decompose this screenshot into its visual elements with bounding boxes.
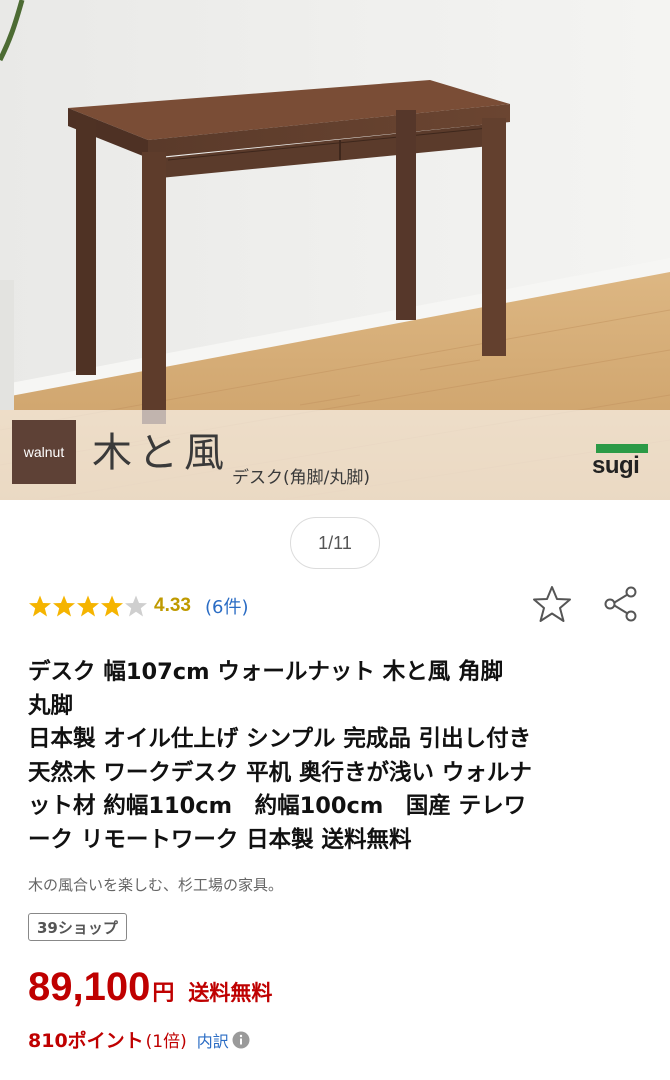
- rating-star-icon: [125, 595, 147, 617]
- title-line: 丸脚: [28, 692, 74, 719]
- star-outline-icon: [533, 586, 571, 622]
- rating-star-icon: [29, 595, 51, 617]
- title-line: 日本製 オイル仕上げ シンプル 完成品 引出し付き: [28, 726, 532, 752]
- catch-copy: 木の風合いを楽しむ、杉工場の家具。: [28, 876, 284, 894]
- logo-text: sugi: [592, 452, 640, 479]
- breakdown-link[interactable]: 内訳: [197, 1028, 229, 1052]
- rating-star-icon: [101, 595, 123, 617]
- price-row: 89,100 円 送料無料: [28, 965, 272, 1010]
- title-line: 天然木 ワークデスク 平机 奥行きが浅い ウォルナ: [28, 759, 532, 786]
- image-counter: 1/11: [290, 517, 380, 569]
- share-button[interactable]: [600, 584, 640, 624]
- review-count-link[interactable]: (6件): [205, 593, 249, 619]
- rating-star-icon: [53, 595, 75, 617]
- points-multiplier: (1倍): [145, 1032, 187, 1052]
- rating-row[interactable]: 4.33 (6件): [28, 590, 248, 622]
- favorite-button[interactable]: [532, 584, 572, 624]
- brand-title: 木と風: [92, 430, 230, 476]
- product-title: デスク 幅107cm ウォールナット 木と風 角脚 丸脚 日本製 オイル仕上げ …: [28, 656, 648, 857]
- share-icon: [604, 586, 637, 622]
- info-icon[interactable]: [232, 1031, 250, 1049]
- rating-star-icon: [77, 595, 99, 617]
- title-line: ット材 約幅110cm 約幅100cm 国産 テレワ: [28, 793, 527, 819]
- title-line: ーク リモートワーク 日本製 送料無料: [28, 826, 412, 853]
- rating-stars: [28, 594, 148, 618]
- sugi-logo: sugi: [592, 444, 652, 482]
- wood-type-tag: walnut: [12, 420, 76, 484]
- title-line: デスク 幅107cm ウォールナット 木と風 角脚: [28, 659, 504, 685]
- brand-subtitle: デスク(角脚/丸脚): [232, 468, 370, 488]
- points-row: 810ポイント (1倍) 内訳: [28, 1026, 250, 1053]
- product-image[interactable]: walnut 木と風 デスク(角脚/丸脚) sugi: [0, 0, 670, 500]
- points-amount: 810ポイント: [28, 1030, 144, 1052]
- shipping-label: 送料無料: [188, 981, 273, 1005]
- price-currency: 円: [152, 981, 175, 1006]
- rating-value: 4.33: [154, 595, 191, 616]
- shop-tag: 39ショップ: [28, 913, 127, 941]
- price-amount: 89,100: [28, 965, 151, 1009]
